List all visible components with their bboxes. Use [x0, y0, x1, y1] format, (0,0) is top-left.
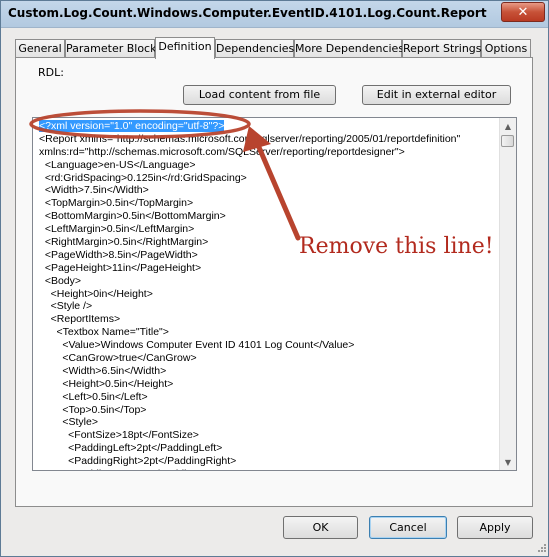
tab-general[interactable]: General: [15, 39, 65, 57]
code-line: <PaddingRight>2pt</PaddingRight>: [39, 455, 237, 468]
code-line: <PaddingLeft>2pt</PaddingLeft>: [39, 442, 223, 455]
code-line: <Style>: [39, 416, 98, 429]
vertical-scrollbar[interactable]: ▲ ▼: [499, 118, 516, 470]
tab-more-dependencies[interactable]: More Dependencies: [294, 39, 404, 57]
code-line: <Textbox Name="Title">: [39, 326, 169, 339]
code-line: <BottomMargin>0.5in</BottomMargin>: [39, 210, 226, 223]
code-line: <rd:GridSpacing>0.125in</rd:GridSpacing>: [39, 171, 247, 184]
scroll-up-arrow-icon[interactable]: ▲: [500, 118, 516, 134]
tab-options[interactable]: Options: [481, 39, 531, 57]
code-line: <PaddingTop>2pt</PaddingTop>: [39, 468, 499, 470]
code-line: <Top>0.5in</Top>: [39, 403, 147, 416]
code-line: <?xml version="1.0" encoding="utf-8"?>: [39, 120, 499, 133]
code-line: <Width>7.5in</Width>: [39, 184, 149, 197]
tab-parameter-block[interactable]: Parameter Block: [65, 39, 156, 57]
close-button[interactable]: ✕: [501, 2, 545, 22]
code-line: xmlns:rd="http://schemas.microsoft.com/S…: [39, 145, 405, 158]
code-line: <CanGrow>true</CanGrow>: [39, 352, 197, 365]
close-icon: ✕: [517, 4, 529, 20]
title-bar[interactable]: Custom.Log.Count.Windows.Computer.EventI…: [1, 1, 548, 28]
code-line: <Left>0.5in</Left>: [39, 390, 148, 403]
code-line: <Style />: [39, 300, 93, 313]
rdl-editor[interactable]: <?xml version="1.0" encoding="utf-8"?> <R…: [32, 117, 517, 471]
code-line: <PageHeight>11in</PageHeight>: [39, 261, 202, 274]
tab-dependencies[interactable]: Dependencies: [215, 39, 294, 57]
resize-grip-icon[interactable]: [535, 543, 547, 555]
scrollbar-thumb[interactable]: [501, 135, 514, 147]
code-line: <FontSize>18pt</FontSize>: [39, 429, 199, 442]
selected-xml-declaration: <?xml version="1.0" encoding="utf-8"?>: [39, 120, 225, 132]
rdl-code[interactable]: <?xml version="1.0" encoding="utf-8"?> <R…: [39, 120, 499, 470]
load-content-button[interactable]: Load content from file: [183, 85, 336, 105]
code-line: <Height>0in</Height>: [39, 287, 153, 300]
code-line: <Height>0.5in</Height>: [39, 377, 174, 390]
edit-external-button[interactable]: Edit in external editor: [362, 85, 511, 105]
ok-button[interactable]: OK: [283, 516, 358, 539]
window-title: Custom.Log.Count.Windows.Computer.EventI…: [8, 6, 487, 20]
code-line: <ReportItems>: [39, 313, 121, 326]
apply-button[interactable]: Apply: [457, 516, 533, 539]
rdl-label: RDL:: [38, 66, 64, 79]
tab-report-strings[interactable]: Report Strings: [402, 39, 482, 57]
scroll-down-arrow-icon[interactable]: ▼: [500, 454, 516, 470]
annotation-text: Remove this line!: [299, 234, 494, 259]
code-line: <TopMargin>0.5in</TopMargin>: [39, 197, 194, 210]
code-line: <Value>Windows Computer Event ID 4101 Lo…: [39, 339, 355, 352]
tab-definition[interactable]: Definition: [155, 37, 215, 59]
cancel-button[interactable]: Cancel: [369, 516, 447, 539]
code-line: <Width>6.5in</Width>: [39, 364, 167, 377]
code-line: <Body>: [39, 274, 82, 287]
code-line: <Report xmlns="http://schemas.microsoft.…: [39, 132, 461, 145]
code-line: <Language>en-US</Language>: [39, 158, 196, 171]
